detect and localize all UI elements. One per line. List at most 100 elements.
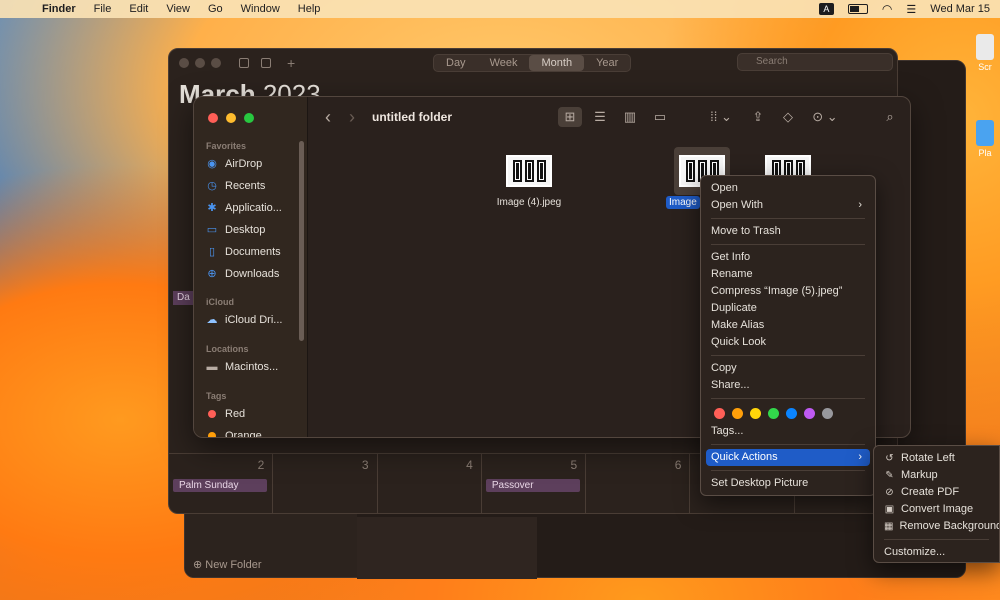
view-day[interactable]: Day <box>434 55 478 71</box>
calendar-close-button[interactable] <box>179 58 189 68</box>
day-number: 4 <box>466 458 473 472</box>
sidebar-item-downloads[interactable]: ⊕ Downloads <box>206 268 279 280</box>
desktop-folder-icon[interactable]: Pla <box>970 120 1000 158</box>
menu-item-make-alias[interactable]: Make Alias <box>706 317 870 334</box>
sidebar-item-macintosh-hd[interactable]: ▬ Macintos... <box>206 361 279 373</box>
sidebar-item-desktop[interactable]: ▭ Desktop <box>206 224 266 236</box>
menu-item-set-desktop-picture[interactable]: Set Desktop Picture <box>706 475 870 492</box>
menu-item-quick-look[interactable]: Quick Look <box>706 334 870 351</box>
menu-item-move-to-trash[interactable]: Move to Trash <box>706 223 870 240</box>
search-icon[interactable]: ⌕ <box>878 107 902 127</box>
tag-color-gray[interactable] <box>822 407 833 419</box>
window-controls <box>208 113 254 123</box>
disk-icon: ▬ <box>206 361 218 373</box>
menu-go[interactable]: Go <box>208 3 223 15</box>
menu-item-quick-actions[interactable]: Quick Actions › <box>706 449 870 466</box>
tag-color-purple[interactable] <box>804 407 815 419</box>
control-center-icon[interactable]: ☰ <box>906 3 916 16</box>
tag-color-blue[interactable] <box>786 407 797 419</box>
desktop-icon: ▭ <box>206 224 218 236</box>
minimize-button[interactable] <box>226 113 236 123</box>
view-month[interactable]: Month <box>529 55 585 71</box>
back-button[interactable]: ‹ <box>316 107 340 128</box>
view-week[interactable]: Week <box>478 55 530 71</box>
sidebar-item-label: Downloads <box>225 268 280 280</box>
sidebar-item-icloud-drive[interactable]: ☁ iCloud Dri... <box>206 314 283 326</box>
calendar-event[interactable]: Passover <box>485 479 580 492</box>
sidebar-item-airdrop[interactable]: ◉ AirDrop <box>206 158 262 170</box>
desktop-file-icon[interactable]: Scr <box>970 34 1000 72</box>
add-event-icon[interactable]: + <box>287 55 295 71</box>
menu-item-open[interactable]: Open <box>706 180 870 197</box>
menu-item-rotate-left[interactable]: ↺ Rotate Left <box>879 450 994 467</box>
wifi-icon[interactable]: ◠ <box>882 2 892 16</box>
menu-item-copy[interactable]: Copy <box>706 360 870 377</box>
menu-item-label: Customize... <box>884 546 946 558</box>
calendar-day-cell[interactable]: 6 <box>586 454 691 513</box>
menu-item-share[interactable]: Share... <box>706 377 870 394</box>
file-item[interactable]: Image (4).jpeg <box>479 155 579 208</box>
calendar-event-chip[interactable]: Da <box>173 291 193 305</box>
new-folder-button[interactable]: ⊕ New Folder <box>193 558 262 571</box>
menu-item-compress[interactable]: Compress “Image (5).jpeg” <box>706 283 870 300</box>
menubar-datetime[interactable]: Wed Mar 15 <box>930 3 990 15</box>
sidebar-item-label: iCloud Dri... <box>225 314 283 326</box>
sidebar-item-label: Desktop <box>225 224 266 236</box>
calendar-day-cell[interactable]: 4 <box>378 454 482 513</box>
forward-button[interactable]: › <box>340 107 364 128</box>
menu-item-rename[interactable]: Rename <box>706 266 870 283</box>
group-by-button[interactable]: ⁞⁞ ⌄ <box>704 107 738 127</box>
battery-icon[interactable] <box>847 4 868 14</box>
create-pdf-icon: ⊘ <box>885 487 894 498</box>
tag-color-green[interactable] <box>768 407 779 419</box>
close-button[interactable] <box>208 113 218 123</box>
tag-color-yellow[interactable] <box>750 407 761 419</box>
menu-item-duplicate[interactable]: Duplicate <box>706 300 870 317</box>
tag-color-orange[interactable] <box>732 407 743 419</box>
menu-edit[interactable]: Edit <box>129 3 148 15</box>
menu-window[interactable]: Window <box>241 3 280 15</box>
zoom-button[interactable] <box>244 113 254 123</box>
input-source-badge[interactable]: A <box>818 3 834 15</box>
inbox-icon[interactable] <box>261 58 271 68</box>
tag-color-red[interactable] <box>714 407 725 419</box>
menu-app-name[interactable]: Finder <box>42 3 76 15</box>
menu-item-open-with[interactable]: Open With › <box>706 197 870 214</box>
menu-item-create-pdf[interactable]: ⊘ Create PDF <box>879 484 994 501</box>
tag-icon[interactable]: ◇ <box>776 107 800 127</box>
calendar-day-cell[interactable]: 2 Palm Sunday <box>169 454 274 513</box>
share-icon[interactable]: ⇪ <box>746 107 770 127</box>
view-year[interactable]: Year <box>584 55 630 71</box>
calendar-event[interactable]: Palm Sunday <box>173 479 267 492</box>
menu-item-customize[interactable]: Customize... <box>879 544 994 561</box>
quick-actions-submenu: ↺ Rotate Left ✎ Markup ⊘ Create PDF ▣ Co… <box>873 445 1000 563</box>
menu-item-markup[interactable]: ✎ Markup <box>879 467 994 484</box>
sidebar-item-tag-red[interactable]: Red <box>206 408 245 420</box>
menu-item-get-info[interactable]: Get Info <box>706 249 870 266</box>
menu-view[interactable]: View <box>166 3 190 15</box>
calendar-zoom-button[interactable] <box>211 58 221 68</box>
sidebar-item-applications[interactable]: ✱ Applicatio... <box>206 202 281 214</box>
menu-item-tags[interactable]: Tags... <box>706 423 870 440</box>
icon-view-button[interactable]: ⊞ <box>558 107 582 127</box>
sidebar-item-recents[interactable]: ◷ Recents <box>206 180 265 192</box>
menu-separator <box>711 470 865 471</box>
calendar-search-field[interactable]: Search <box>737 53 893 71</box>
calendar-day-cell[interactable]: 5 Passover <box>482 454 587 513</box>
chevron-right-icon: › <box>858 451 862 463</box>
calendar-minimize-button[interactable] <box>195 58 205 68</box>
sidebar-scrollbar[interactable] <box>299 141 304 341</box>
menu-file[interactable]: File <box>94 3 112 15</box>
sidebar-item-documents[interactable]: ▯ Documents <box>206 246 281 258</box>
menu-separator <box>711 218 865 219</box>
menu-help[interactable]: Help <box>298 3 321 15</box>
calendar-list-icon[interactable] <box>239 58 249 68</box>
menu-item-convert-image[interactable]: ▣ Convert Image <box>879 501 994 518</box>
column-view-button[interactable]: ▥ <box>618 107 642 127</box>
calendar-day-cell[interactable]: 3 <box>273 454 378 513</box>
list-view-button[interactable]: ☰ <box>588 107 612 127</box>
gallery-view-button[interactable]: ▭ <box>648 107 672 127</box>
menu-item-remove-background[interactable]: ▦ Remove Background <box>879 518 999 535</box>
sidebar-item-tag-orange[interactable]: Orange <box>206 430 262 437</box>
more-actions-icon[interactable]: ⊙ ⌄ <box>808 107 842 127</box>
